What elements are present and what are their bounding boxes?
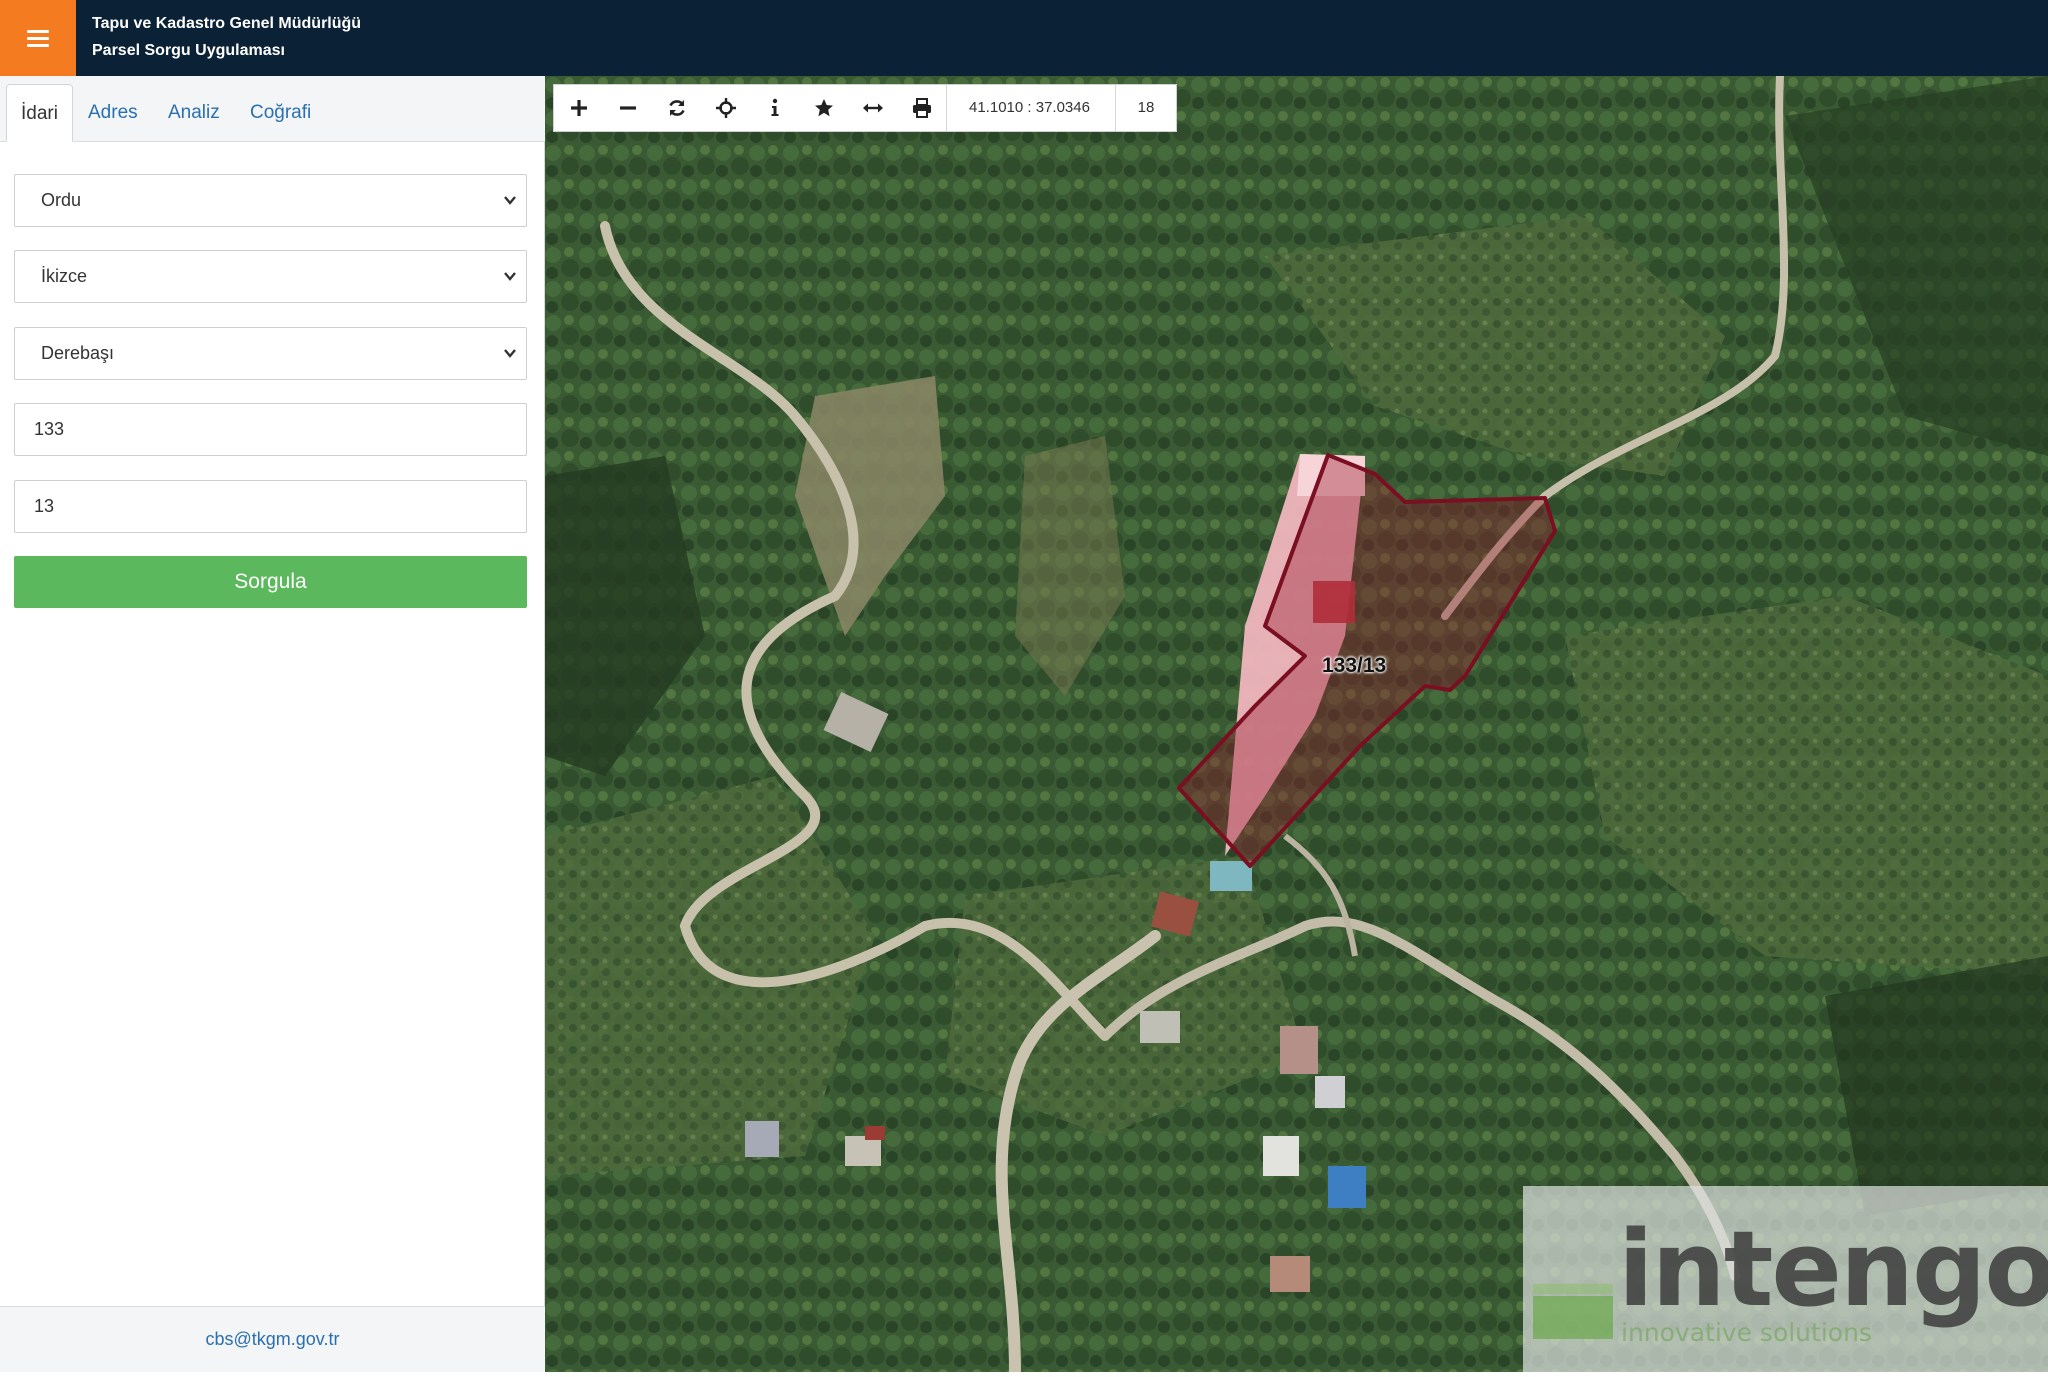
app-title: Tapu ve Kadastro Genel Müdürlüğü Parsel …	[92, 10, 361, 64]
map-view[interactable]: 41.1010 : 37.0346 18 133/13 intengo inno…	[545, 76, 2048, 1372]
parcel-input-value: 13	[34, 496, 55, 516]
measure-button[interactable]	[848, 85, 897, 131]
district-select[interactable]: İkizce	[14, 250, 527, 303]
favorite-star-icon	[814, 99, 833, 117]
chevron-down-icon	[504, 349, 516, 358]
tab-analiz[interactable]: Analiz	[154, 84, 234, 142]
parcel-input[interactable]: 13	[14, 480, 527, 533]
info-button[interactable]	[750, 85, 799, 131]
intengo-logo-icon	[1533, 1284, 1613, 1339]
zoom-level-readout: 18	[1137, 99, 1155, 116]
zoom-in-button[interactable]	[554, 85, 603, 131]
measure-icon	[862, 103, 883, 113]
refresh-button[interactable]	[652, 85, 701, 131]
neighborhood-select[interactable]: Derebaşı	[14, 327, 527, 380]
print-icon	[912, 98, 931, 118]
print-button[interactable]	[897, 85, 946, 131]
watermark-tagline: innovative solutions	[1621, 1318, 1872, 1347]
intengo-watermark: intengo innovative solutions	[1523, 1186, 2048, 1372]
app-header: Tapu ve Kadastro Genel Müdürlüğü Parsel …	[0, 0, 2048, 76]
province-select[interactable]: Ordu	[14, 174, 527, 227]
chevron-down-icon	[504, 272, 516, 281]
favorite-button[interactable]	[799, 85, 848, 131]
neighborhood-select-value: Derebaşı	[41, 343, 115, 363]
locate-button[interactable]	[701, 85, 750, 131]
province-select-value: Ordu	[41, 190, 82, 210]
info-icon	[771, 98, 778, 116]
parcel-label: 133/13	[1322, 654, 1387, 677]
coordinate-readout: 41.1010 : 37.0346	[946, 85, 1116, 131]
sidebar-footer: cbs@tkgm.gov.tr	[0, 1306, 545, 1372]
tab-adres[interactable]: Adres	[74, 84, 152, 142]
zoom-in-icon	[570, 100, 587, 116]
zoom-out-icon	[619, 106, 636, 110]
tab-cografi[interactable]: Coğrafi	[236, 84, 325, 142]
block-input-value: 133	[34, 419, 65, 439]
zoom-out-button[interactable]	[603, 85, 652, 131]
app-title-line1: Tapu ve Kadastro Genel Müdürlüğü	[92, 15, 362, 32]
refresh-icon	[668, 100, 685, 116]
watermark-brand: intengo	[1618, 1208, 2048, 1330]
aerial-imagery[interactable]	[545, 76, 2048, 1372]
hamburger-menu-icon	[27, 30, 49, 47]
query-sidebar: İdari Adres Analiz Coğrafi Ordu İkizce D…	[0, 76, 545, 1372]
tab-idari[interactable]: İdari	[6, 84, 73, 142]
sorgula-button[interactable]: Sorgula	[14, 556, 527, 608]
menu-button[interactable]	[0, 0, 76, 76]
query-tabs: İdari Adres Analiz Coğrafi	[0, 76, 545, 142]
block-input[interactable]: 133	[14, 403, 527, 456]
map-toolbar: 41.1010 : 37.0346 18	[553, 84, 1177, 132]
chevron-down-icon	[504, 196, 516, 205]
district-select-value: İkizce	[41, 266, 88, 286]
app-title-line2: Parsel Sorgu Uygulaması	[92, 42, 285, 59]
locate-icon	[715, 98, 736, 118]
contact-email-link[interactable]: cbs@tkgm.gov.tr	[206, 1329, 340, 1349]
